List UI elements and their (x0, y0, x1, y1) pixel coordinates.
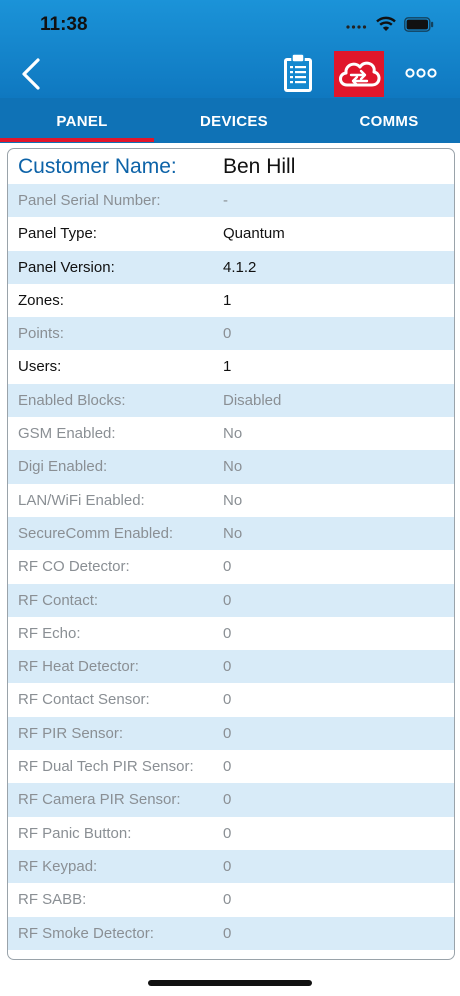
info-row-value: 0 (223, 591, 232, 609)
info-row: SecureComm Enabled: No (8, 516, 454, 551)
info-row-label: Points: (18, 325, 64, 343)
tab-bar: PANEL DEVICES COMMS (0, 98, 460, 143)
info-row: RF Contact Sensor: 0 (8, 683, 454, 716)
back-chevron-icon[interactable] (18, 56, 46, 92)
info-row: Panel Type: Quantum (8, 217, 454, 250)
info-row-label: RF Smoke Detector: (18, 924, 154, 942)
info-row-value: 0 (223, 558, 232, 576)
info-row-value: Quantum (223, 225, 285, 243)
info-row-value: 1 (223, 358, 232, 376)
info-row-label: Panel Serial Number: (18, 192, 161, 209)
info-row-value: No (223, 491, 243, 509)
panel-info-card: Customer Name: Ben Hill Panel Serial Num… (7, 148, 455, 960)
panel-info-list: Panel Serial Number: - Panel Type: Quantum P… (8, 184, 454, 950)
info-row-label: RF Contact: (18, 591, 99, 609)
info-row: RF Camera PIR Sensor: 0 (8, 783, 454, 817)
cloud-sync-button[interactable] (334, 51, 384, 97)
tab-devices[interactable]: DEVICES (152, 98, 316, 143)
info-row: Points: 0 (8, 317, 454, 351)
customer-name-value: Ben Hill (223, 155, 296, 178)
info-row-label: Panel Version: (18, 258, 115, 276)
info-row-label: RF Heat Detector: (18, 658, 139, 676)
info-row-value: - (223, 192, 228, 209)
status-icons (346, 16, 434, 32)
info-row: RF PIR Sensor: 0 (8, 716, 454, 751)
customer-name-label: Customer Name: (18, 155, 177, 178)
info-row: RF Contact: 0 (8, 583, 454, 617)
info-row-value: No (223, 425, 243, 443)
info-row: RF Panic Button: 0 (8, 817, 454, 850)
status-bar: 11:38 (0, 0, 460, 48)
info-row-value: 0 (223, 325, 232, 343)
info-row-label: RF PIR Sensor: (18, 724, 124, 742)
info-row: GSM Enabled: No (8, 417, 454, 450)
info-row-value: 0 (223, 824, 232, 842)
clipboard-list-icon[interactable] (281, 52, 315, 94)
home-indicator (148, 980, 312, 986)
info-row-value: Disabled (223, 391, 282, 409)
info-row-label: Digi Enabled: (18, 458, 108, 476)
info-row: Digi Enabled: No (8, 450, 454, 484)
customer-name-row: Customer Name: Ben Hill (8, 149, 454, 184)
info-row-label: Panel Type: (18, 225, 97, 243)
info-row: Panel Serial Number: - (8, 184, 454, 218)
info-row-label: Users: (18, 358, 62, 376)
app-header: 11:38 (0, 0, 460, 98)
info-row-label: RF Camera PIR Sensor: (18, 791, 181, 809)
more-options-icon[interactable] (405, 66, 437, 80)
info-row: LAN/WiFi Enabled: No (8, 484, 454, 517)
info-row-value: 0 (223, 758, 232, 776)
info-row: Enabled Blocks: Disabled (8, 383, 454, 418)
info-row-label: RF Dual Tech PIR Sensor: (18, 758, 194, 776)
info-row-value: 0 (223, 691, 232, 709)
status-time: 11:38 (40, 14, 88, 35)
info-row: Users: 1 (8, 350, 454, 383)
info-row: RF Smoke Detector: 0 (8, 916, 454, 950)
info-row-label: GSM Enabled: (18, 425, 116, 443)
info-row-label: RF SABB: (18, 891, 87, 909)
info-row-label: LAN/WiFi Enabled: (18, 491, 145, 509)
signal-icon (346, 25, 367, 29)
info-row-label: Enabled Blocks: (18, 391, 126, 409)
cloud-sync-icon (339, 61, 381, 87)
info-row-value: 4.1.2 (223, 258, 257, 276)
info-row-value: No (223, 458, 243, 476)
info-row-label: RF Keypad: (18, 857, 98, 875)
info-row-value: 0 (223, 724, 232, 742)
info-row-value: 0 (223, 857, 232, 875)
info-row: Panel Version: 4.1.2 (8, 250, 454, 284)
info-row-value: 0 (223, 924, 232, 942)
info-row-label: RF CO Detector: (18, 558, 130, 576)
info-row-label: SecureComm Enabled: (18, 524, 174, 542)
info-row-value: 0 (223, 791, 232, 809)
info-row: RF Heat Detector: 0 (8, 650, 454, 684)
info-row-value: 0 (223, 624, 232, 642)
info-row-label: Zones: (18, 291, 64, 309)
info-row: RF SABB: 0 (8, 883, 454, 916)
info-row-value: No (223, 524, 243, 542)
info-row: RF Echo: 0 (8, 617, 454, 650)
wifi-icon (376, 16, 396, 31)
info-row: RF Keypad: 0 (8, 849, 454, 884)
info-row-value: 0 (223, 658, 232, 676)
info-row-value: 0 (223, 891, 232, 909)
tab-comms[interactable]: COMMS (307, 98, 460, 143)
info-row-label: RF Panic Button: (18, 824, 132, 842)
info-row-value: 1 (223, 291, 232, 309)
info-row-label: RF Contact Sensor: (18, 691, 150, 709)
info-row: RF Dual Tech PIR Sensor: 0 (8, 750, 454, 783)
tab-panel[interactable]: PANEL (0, 98, 164, 143)
active-tab-indicator (0, 138, 154, 142)
battery-icon (404, 16, 434, 32)
info-row: Zones: 1 (8, 284, 454, 317)
info-row: RF CO Detector: 0 (8, 550, 454, 583)
info-row-label: RF Echo: (18, 624, 81, 642)
